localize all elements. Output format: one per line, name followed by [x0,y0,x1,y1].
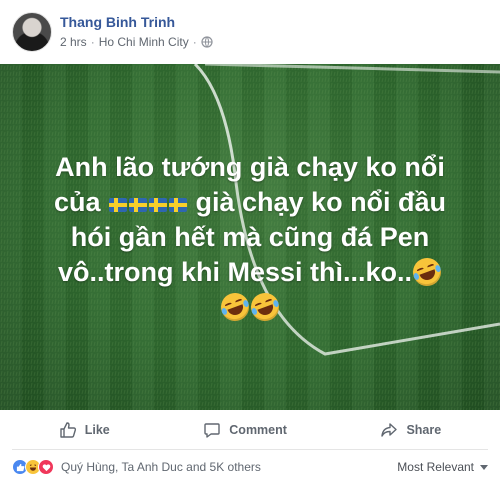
author-avatar[interactable] [12,12,52,52]
post-photo[interactable]: Anh lão tướng già chạy ko nổi của già ch… [0,64,500,410]
caption-text: của [53,187,101,217]
comment-button[interactable]: Comment [191,415,299,445]
post-caption: Anh lão tướng già chạy ko nổi của già ch… [20,150,480,325]
laughing-emoji-icon [247,289,283,325]
action-bar: Like Comment Share [12,410,488,450]
post-header: Thang Binh Trinh 2 hrs · Ho Chi Minh Cit… [0,0,500,64]
laughing-emoji-icon [217,289,253,325]
meta-separator: · [90,35,95,49]
sweden-flag-icon [148,198,167,212]
sort-dropdown[interactable]: Most Relevant [397,460,488,474]
caption-line: Anh lão tướng già chạy ko nổi [55,152,445,182]
reactions-bar: Quý Hùng, Ta Anh Duc and 5K others Most … [12,452,488,482]
meta-separator: · [192,35,197,49]
sweden-flag-icon [108,198,127,212]
post-card: Thang Binh Trinh 2 hrs · Ho Chi Minh Cit… [0,0,500,486]
caption-line: vô..trong khi Messi thì...ko.. [20,254,480,290]
post-location[interactable]: Ho Chi Minh City [99,35,189,49]
comment-icon [204,422,220,438]
caption-text: già chạy ko nổi đầu [195,187,447,217]
author-name[interactable]: Thang Binh Trinh [60,14,175,30]
sweden-flag-icon [128,198,147,212]
globe-icon[interactable] [201,36,213,48]
caption-line: hói gần hết mà cũng đá Pen [70,222,430,252]
chevron-down-icon [480,464,488,470]
like-label: Like [84,422,110,437]
reaction-icons[interactable] [12,459,54,475]
sweden-flag-icon [168,198,187,212]
thumbs-up-icon [60,421,76,438]
share-label: Share [406,422,442,437]
post-time[interactable]: 2 hrs [60,35,87,49]
sort-label: Most Relevant [397,460,474,474]
comment-label: Comment [229,422,287,437]
like-button[interactable]: Like [47,415,122,445]
share-button[interactable]: Share [368,415,453,445]
post-meta: 2 hrs · Ho Chi Minh City · [60,35,213,49]
caption-line: của già chạy ko nổi đầu [20,185,480,220]
love-icon [38,459,54,475]
reaction-names[interactable]: Quý Hùng, Ta Anh Duc and 5K others [61,460,261,474]
caption-line [20,289,480,325]
caption-text: vô..trong khi Messi thì...ko.. [57,257,413,287]
share-icon [381,422,398,437]
laughing-emoji-icon [409,254,445,290]
